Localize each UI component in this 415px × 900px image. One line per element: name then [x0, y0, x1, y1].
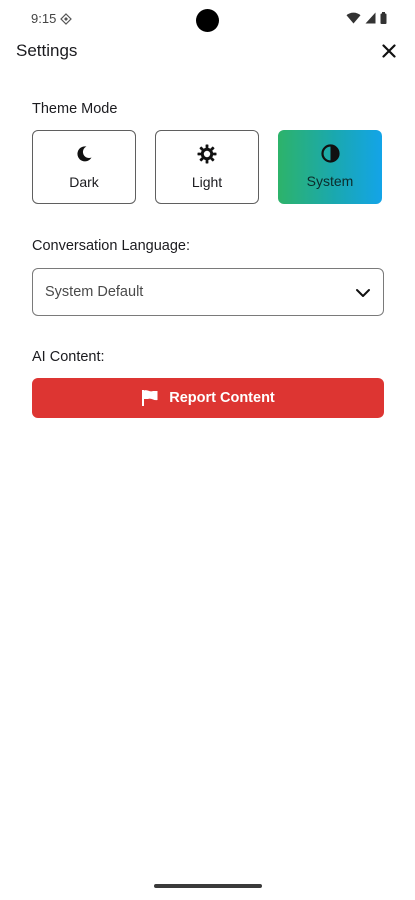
language-selected-value: System Default [45, 284, 144, 300]
status-time: 9:15 [31, 11, 57, 26]
page-title: Settings [16, 41, 78, 60]
sync-icon [60, 12, 73, 25]
sun-icon [197, 144, 217, 164]
chevron-down-icon [356, 289, 370, 297]
camera-cutout [196, 9, 219, 32]
language-dropdown[interactable]: System Default [32, 268, 384, 316]
theme-option-label: System [306, 173, 354, 189]
header: Settings [0, 36, 415, 66]
theme-option-label: Dark [69, 174, 99, 190]
theme-option-dark[interactable]: Dark [32, 130, 136, 204]
theme-options: Dark Light System [32, 130, 384, 206]
status-time-group: 9:15 [31, 11, 73, 26]
wifi-icon [346, 12, 361, 24]
theme-option-light[interactable]: Light [155, 130, 259, 204]
report-content-button[interactable]: Report Content [32, 378, 384, 418]
moon-icon [74, 144, 94, 164]
conversation-language-label: Conversation Language: [32, 238, 191, 254]
theme-option-system[interactable]: System [278, 130, 382, 204]
close-icon [382, 44, 396, 58]
flag-icon [142, 390, 158, 406]
report-content-label: Report Content [169, 390, 275, 406]
theme-option-label: Light [191, 174, 223, 190]
close-button[interactable] [377, 39, 401, 63]
contrast-icon [320, 143, 340, 163]
ai-content-label: AI Content: [32, 349, 105, 365]
signal-icon [365, 12, 376, 24]
home-indicator[interactable] [154, 884, 262, 888]
theme-mode-label: Theme Mode [32, 101, 118, 117]
battery-icon [380, 12, 387, 24]
status-icons [346, 12, 387, 24]
